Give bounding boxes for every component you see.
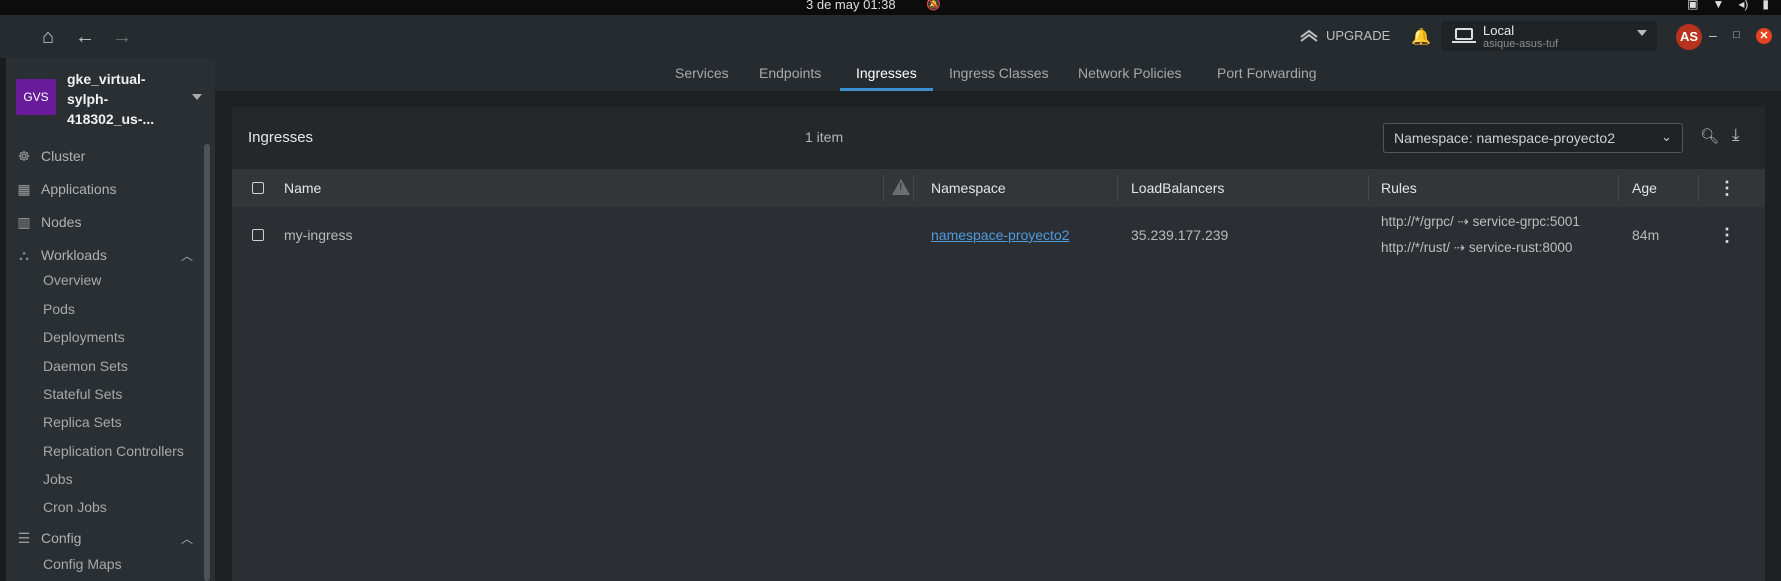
row-checkbox[interactable]	[252, 229, 264, 241]
column-header-name[interactable]: Name	[284, 180, 321, 196]
sidebar-subitem-cron-jobs[interactable]: Cron Jobs	[43, 499, 107, 515]
download-icon[interactable]: ⤓	[1732, 125, 1740, 145]
sidebar-subitem-jobs[interactable]: Jobs	[43, 471, 73, 487]
list-icon: ☰	[17, 530, 31, 546]
tab-services[interactable]: Services	[675, 65, 729, 81]
sidebar-item-cluster[interactable]: ☸ Cluster	[6, 144, 202, 170]
back-arrow-icon[interactable]: ←	[73, 25, 97, 49]
list-header: Ingresses 1 item Namespace: namespace-pr…	[232, 107, 1765, 169]
wifi-icon[interactable]: ▼	[1712, 0, 1724, 11]
workloads-icon: ⛬	[19, 247, 29, 263]
sidebar-subitem-config-maps[interactable]: Config Maps	[43, 556, 122, 572]
item-count: 1 item	[805, 129, 844, 145]
sidebar-item-label: Workloads	[41, 247, 107, 263]
home-icon[interactable]: ⌂	[36, 25, 60, 49]
row-menu-icon[interactable]: ⋮	[1718, 226, 1736, 244]
column-menu-icon[interactable]: ⋮	[1718, 179, 1736, 197]
sidebar-subitem-overview[interactable]: Overview	[43, 272, 101, 288]
ingress-rule: http://*/grpc/ ⇢ service-grpc:5001	[1381, 214, 1580, 229]
sidebar-item-nodes[interactable]: ▥ Nodes	[6, 210, 202, 236]
search-icon[interactable]: 🔍︎	[1700, 127, 1719, 145]
chevron-down-icon[interactable]	[192, 94, 202, 100]
column-divider[interactable]	[1618, 175, 1619, 201]
active-tab-indicator	[840, 88, 933, 91]
select-all-checkbox[interactable]	[252, 182, 264, 194]
tab-ingresses[interactable]: Ingresses	[856, 65, 917, 81]
forward-arrow-icon[interactable]: →	[110, 25, 134, 49]
sidebar-item-config[interactable]: ☰ Config ︿	[6, 526, 202, 552]
column-header-age[interactable]: Age	[1632, 180, 1657, 196]
upgrade-label: UPGRADE	[1326, 28, 1391, 43]
cluster-context-select[interactable]: Local asique-asus-tuf	[1441, 21, 1657, 51]
cluster-context-name: Local	[1483, 23, 1515, 38]
maximize-icon[interactable]: □	[1733, 29, 1740, 41]
sidebar-scrollbar[interactable]	[204, 144, 210, 581]
bell-icon[interactable]: 🔔	[1411, 27, 1431, 47]
column-header-namespace[interactable]: Namespace	[931, 180, 1006, 196]
column-divider[interactable]	[913, 175, 914, 201]
notifications-muted-icon: 🔕	[926, 0, 941, 11]
tab-endpoints[interactable]: Endpoints	[759, 65, 821, 81]
column-divider[interactable]	[1368, 175, 1369, 201]
chevron-down-icon	[1637, 30, 1647, 36]
chevron-down-icon: ⌄	[1661, 129, 1672, 144]
sidebar-item-label: Config	[41, 530, 82, 546]
sidebar: GVS gke_virtual-sylph-418302_us-... ☸ Cl…	[0, 58, 215, 581]
ingress-name: my-ingress	[284, 227, 353, 243]
sidebar-subitem-deployments[interactable]: Deployments	[43, 329, 125, 345]
battery-icon[interactable]: ▮	[1762, 0, 1769, 11]
volume-icon[interactable]: ◂)	[1738, 0, 1748, 11]
cluster-context-host: asique-asus-tuf	[1483, 38, 1559, 50]
sidebar-subitem-stateful-sets[interactable]: Stateful Sets	[43, 386, 122, 402]
load-balancer-ip: 35.239.177.239	[1131, 227, 1229, 243]
column-header-loadbalancers[interactable]: LoadBalancers	[1131, 180, 1224, 196]
namespace-select-value: Namespace: namespace-proyecto2	[1394, 130, 1616, 146]
page-title: Ingresses	[248, 129, 314, 146]
column-divider[interactable]	[883, 175, 884, 201]
screenshot-icon[interactable]: ▣	[1687, 0, 1698, 11]
cluster-name: gke_virtual-sylph-418302_us-...	[67, 71, 155, 127]
chevron-up-icon[interactable]: ︿	[181, 530, 193, 547]
network-tabs: Services Endpoints Ingresses Ingress Cla…	[215, 58, 1781, 91]
minimize-icon[interactable]: –	[1709, 27, 1717, 43]
sidebar-subitem-pods[interactable]: Pods	[43, 301, 75, 317]
laptop-icon	[1452, 28, 1476, 43]
namespace-link[interactable]: namespace-proyecto2	[931, 227, 1070, 243]
tab-ingress-classes[interactable]: Ingress Classes	[949, 65, 1049, 81]
close-icon[interactable]: ✕	[1756, 28, 1772, 44]
column-divider[interactable]	[1698, 175, 1699, 201]
sidebar-subitem-replication-controllers[interactable]: Replication Controllers	[43, 443, 184, 459]
sidebar-item-workloads[interactable]: ⛬ Workloads ︿	[6, 243, 202, 269]
system-tray[interactable]: ▣ ▼ ◂) ▮	[1687, 0, 1769, 11]
warning-icon[interactable]	[892, 179, 910, 195]
avatar[interactable]: AS	[1676, 24, 1702, 50]
ingress-rule: http://*/rust/ ⇢ service-rust:8000	[1381, 240, 1573, 255]
sidebar-item-label: Applications	[41, 181, 117, 197]
sidebar-item-label: Cluster	[41, 148, 86, 164]
os-clock[interactable]: 3 de may 01:38	[806, 0, 896, 12]
os-top-bar: 3 de may 01:38 🔕 ▣ ▼ ◂) ▮	[0, 0, 1781, 15]
nodes-icon: ▥	[17, 214, 31, 230]
cluster-badge: GVS	[16, 79, 56, 115]
table-header: Name Namespace LoadBalancers Rules Age ⋮	[232, 169, 1765, 207]
column-divider[interactable]	[1117, 175, 1118, 201]
upgrade-icon	[1300, 29, 1318, 42]
table-row[interactable]: my-ingress namespace-proyecto2 35.239.17…	[232, 207, 1765, 263]
upgrade-button[interactable]: UPGRADE	[1300, 28, 1390, 43]
cluster-header[interactable]: GVS gke_virtual-sylph-418302_us-...	[6, 58, 215, 138]
ingress-age: 84m	[1632, 227, 1660, 243]
sidebar-subitem-daemon-sets[interactable]: Daemon Sets	[43, 358, 128, 374]
ingress-list-panel: Ingresses 1 item Namespace: namespace-pr…	[232, 107, 1765, 581]
tab-network-policies[interactable]: Network Policies	[1078, 65, 1181, 81]
namespace-select[interactable]: Namespace: namespace-proyecto2 ⌄	[1383, 123, 1683, 153]
sidebar-subitem-replica-sets[interactable]: Replica Sets	[43, 414, 122, 430]
helm-icon: ☸	[17, 148, 31, 164]
column-header-rules[interactable]: Rules	[1381, 180, 1417, 196]
sidebar-item-applications[interactable]: ▦ Applications	[6, 177, 202, 203]
chevron-up-icon[interactable]: ︿	[181, 247, 193, 264]
app-top-bar: ⌂ ← → UPGRADE 🔔 Local asique-asus-tuf AS…	[0, 15, 1781, 58]
grid-icon: ▦	[17, 181, 31, 197]
tab-port-forwarding[interactable]: Port Forwarding	[1217, 65, 1317, 81]
sidebar-item-label: Nodes	[41, 214, 82, 230]
